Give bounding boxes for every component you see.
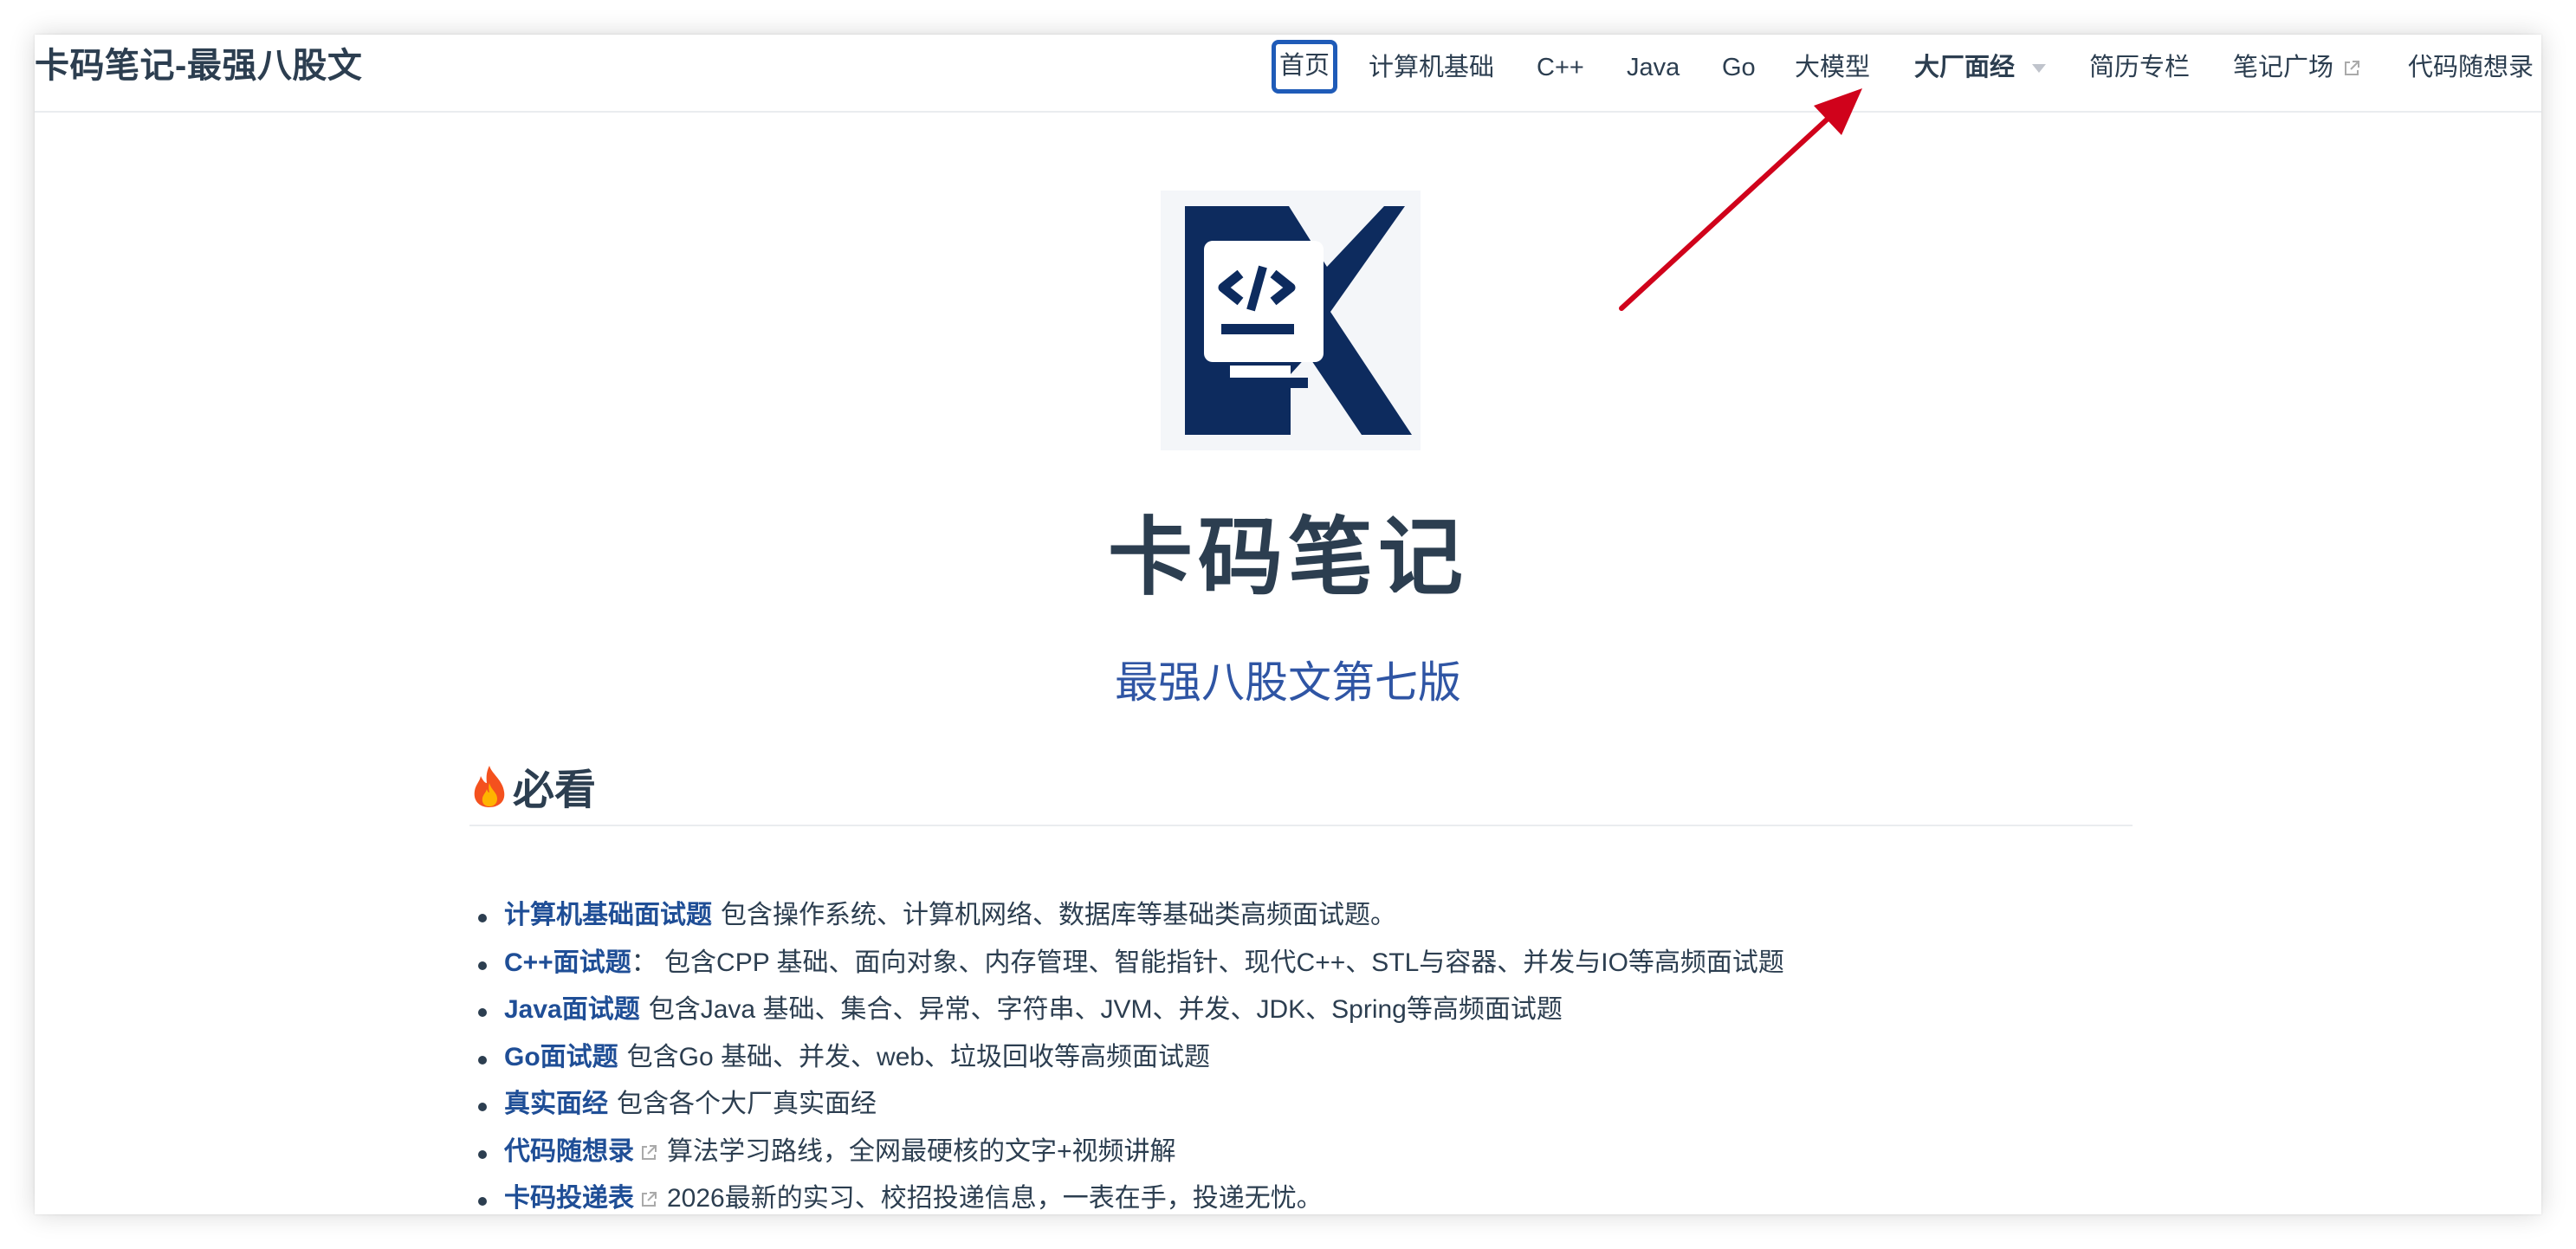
list-item: 计算机基础面试题 包含操作系统、计算机网络、数据库等基础类高频面试题。 [469, 892, 2202, 940]
navbar: 卡码笔记-最强八股文 首页 计算机基础 C++ Java Go 大模型 大厂面经… [35, 35, 2541, 113]
list-item-desc: 包含操作系统、计算机网络、数据库等基础类高频面试题。 [721, 901, 1396, 929]
list-item: Go面试题 包含Go 基础、并发、web、垃圾回收等高频面试题 [469, 1034, 2202, 1082]
list-item: C++面试题： 包含CPP 基础、面向对象、内存管理、智能指针、现代C++、ST… [469, 940, 2202, 987]
external-link-icon [642, 1144, 657, 1160]
nav-item-resume[interactable]: 简历专栏 [2089, 50, 2190, 85]
section-heading-text: 必看 [513, 767, 597, 813]
nav-item-interviews-dropdown[interactable]: 大厂面经 [1914, 50, 2047, 85]
link-cs-basics-questions[interactable]: 计算机基础面试题 [504, 901, 712, 929]
list-item: Java面试题 包含Java 基础、集合、异常、字符串、JVM、并发、JDK、Sp… [469, 987, 2202, 1034]
nav-item-cpp[interactable]: C++ [1537, 50, 1584, 85]
external-link-icon [642, 1192, 657, 1207]
nav-item-cs-basics[interactable]: 计算机基础 [1369, 50, 1494, 85]
caret-down-icon [2032, 64, 2047, 74]
list-item: 代码随想录 算法学习路线，全网最硬核的文字+视频讲解 [469, 1129, 2202, 1176]
hero-title: 卡码笔记 [1107, 509, 1468, 605]
section-heading: 必看 [469, 764, 2133, 826]
list-item: 卡码投递表 2026最新的实习、校招投递信息，一表在手，投递无忧。 [469, 1175, 2202, 1214]
list-item: 真实面经 包含各个大厂真实面经 [469, 1081, 2202, 1129]
link-code-random[interactable]: 代码随想录 [504, 1137, 634, 1166]
nav-item-notes-square-label: 笔记广场 [2233, 54, 2334, 81]
link-cpp-questions[interactable]: C++面试题 [504, 948, 631, 977]
must-read-list: 计算机基础面试题 包含操作系统、计算机网络、数据库等基础类高频面试题。 C++面试… [469, 892, 2202, 1214]
hero-subtitle: 最强八股文第七版 [1115, 658, 1461, 707]
list-item-desc: 包含Go 基础、并发、web、垃圾回收等高频面试题 [626, 1042, 1211, 1071]
link-java-questions[interactable]: Java面试题 [504, 995, 640, 1024]
external-link-icon [2345, 61, 2360, 76]
site-name[interactable]: 卡码笔记-最强八股文 [35, 40, 362, 92]
nav-item-go[interactable]: Go [1722, 50, 1756, 85]
link-go-questions[interactable]: Go面试题 [504, 1043, 618, 1071]
nav-item-llm[interactable]: 大模型 [1795, 50, 1870, 85]
kama-logo [1161, 191, 1421, 450]
nav-item-java[interactable]: Java [1627, 50, 1680, 85]
annotation-arrow-icon [1619, 88, 1862, 311]
nav-item-home[interactable]: 首页 [1272, 40, 1338, 94]
nav-item-interviews-label: 大厂面经 [1914, 54, 2016, 81]
link-real-interviews[interactable]: 真实面经 [504, 1090, 608, 1118]
nav-item-code-random[interactable]: 代码随想录 [2408, 50, 2534, 85]
list-item-desc: 包含各个大厂真实面经 [617, 1090, 877, 1118]
list-item-desc: 2026最新的实习、校招投递信息，一表在手，投递无忧。 [667, 1184, 1323, 1213]
browser-page: 卡码笔记-最强八股文 首页 计算机基础 C++ Java Go 大模型 大厂面经… [35, 35, 2541, 1214]
list-item-desc: 包含Java 基础、集合、异常、字符串、JVM、并发、JDK、Spring等高频… [648, 995, 1563, 1024]
nav-item-notes-square[interactable]: 笔记广场 [2233, 50, 2361, 85]
fire-icon [474, 766, 505, 807]
list-item-desc: 算法学习路线，全网最硬核的文字+视频讲解 [667, 1136, 1176, 1166]
link-kama-delivery-table[interactable]: 卡码投递表 [504, 1184, 634, 1213]
list-item-desc: ： 包含CPP 基础、面向对象、内存管理、智能指针、现代C++、STL与容器、并… [631, 948, 1784, 977]
